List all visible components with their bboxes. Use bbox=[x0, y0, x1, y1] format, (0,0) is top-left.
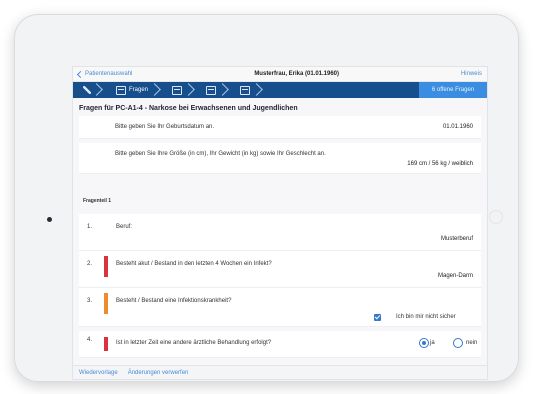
question-number: 4. bbox=[87, 337, 93, 343]
yes-radio[interactable] bbox=[419, 338, 429, 348]
question-number: 2. bbox=[87, 261, 93, 267]
chevron-right-icon bbox=[182, 83, 195, 96]
question-number: 1. bbox=[87, 224, 93, 230]
question-row-3[interactable]: 3. Besteht / Bestand eine Infektionskran… bbox=[79, 288, 481, 327]
question-text: Beruf: bbox=[116, 224, 133, 230]
unsure-checkbox-label[interactable]: Ich bin mir nicht sicher bbox=[396, 314, 456, 320]
chevron-right-icon bbox=[216, 83, 229, 96]
syringe-icon bbox=[82, 86, 91, 94]
unsure-checkbox[interactable] bbox=[374, 314, 381, 321]
chevron-right-icon bbox=[250, 83, 263, 96]
step-document-4[interactable] bbox=[229, 82, 263, 98]
section-title: Fragen für PC-A1-4 - Narkose bei Erwachs… bbox=[79, 105, 298, 112]
question-text: Besteht akut / Bestand in den letzten 4 … bbox=[116, 261, 272, 267]
answer-value: 01.01.1960 bbox=[442, 124, 473, 130]
document-icon bbox=[239, 85, 250, 95]
priority-marker bbox=[104, 337, 108, 351]
step-fragen[interactable]: Fragen bbox=[103, 82, 161, 98]
question-text: Bitte geben Sie Ihr Geburtsdatum an. bbox=[115, 124, 215, 130]
step-anesthesia[interactable] bbox=[73, 82, 103, 98]
step-document-2[interactable] bbox=[161, 82, 195, 98]
step-document-3[interactable] bbox=[195, 82, 229, 98]
footer-bar: Wiedervorlage Änderungen verwerfen bbox=[73, 365, 487, 379]
question-text: Ist in letzter Zeit eine andere ärztlich… bbox=[116, 340, 272, 346]
patient-title: Musterfrau, Erika (01.01.1960) bbox=[254, 71, 340, 77]
step-navigation: Fragen 6 offene Fragen bbox=[73, 82, 487, 98]
priority-marker bbox=[104, 256, 108, 277]
body-data-row[interactable]: Bitte geben Sie Ihre Größe (in cm), Ihr … bbox=[79, 143, 481, 174]
step-fragen-label: Fragen bbox=[128, 87, 148, 93]
question-number: 3. bbox=[87, 298, 93, 304]
birthdate-row[interactable]: Bitte geben Sie Ihr Geburtsdatum an. 01.… bbox=[79, 116, 481, 139]
no-radio-label[interactable]: nein bbox=[466, 340, 477, 346]
chevron-right-icon bbox=[90, 83, 103, 96]
hint-link[interactable]: Hinweis bbox=[461, 71, 482, 77]
discard-changes-link[interactable]: Änderungen verwerfen bbox=[128, 370, 189, 376]
question-row-1[interactable]: 1. Beruf: Musterberuf bbox=[79, 214, 481, 251]
question-text: Besteht / Bestand eine Infektionskrankhe… bbox=[116, 298, 232, 304]
yes-radio-label[interactable]: ja bbox=[430, 340, 435, 346]
back-link[interactable]: Patientenauswahl bbox=[76, 70, 133, 78]
camera-dot bbox=[47, 217, 52, 222]
answer-value: Magen-Darm bbox=[437, 273, 473, 279]
answer-value: Musterberuf bbox=[440, 236, 473, 242]
part-heading: Fragenteil 1 bbox=[83, 198, 112, 204]
tablet-frame: Patientenauswahl Musterfrau, Erika (01.0… bbox=[14, 14, 519, 382]
answer-value: 169 cm / 56 kg / weiblich bbox=[407, 161, 473, 167]
back-link-label: Patientenauswahl bbox=[85, 71, 133, 77]
resubmit-link[interactable]: Wiedervorlage bbox=[79, 370, 118, 376]
no-radio[interactable] bbox=[453, 338, 463, 348]
question-text: Bitte geben Sie Ihre Größe (in cm), Ihr … bbox=[115, 151, 326, 157]
question-row-2[interactable]: 2. Besteht akut / Bestand in den letzten… bbox=[79, 251, 481, 288]
priority-marker bbox=[104, 293, 108, 314]
open-questions-button[interactable]: 6 offene Fragen bbox=[419, 82, 487, 98]
top-navigation-bar: Patientenauswahl Musterfrau, Erika (01.0… bbox=[73, 67, 487, 82]
chevron-right-icon bbox=[148, 83, 161, 96]
app-screen: Patientenauswahl Musterfrau, Erika (01.0… bbox=[72, 66, 488, 380]
document-icon bbox=[205, 85, 216, 95]
document-icon bbox=[171, 85, 182, 95]
home-button[interactable] bbox=[489, 210, 503, 224]
question-row-4[interactable]: 4. Ist in letzter Zeit eine andere ärztl… bbox=[79, 331, 481, 358]
document-icon bbox=[115, 85, 126, 95]
chevron-left-icon bbox=[76, 70, 85, 78]
